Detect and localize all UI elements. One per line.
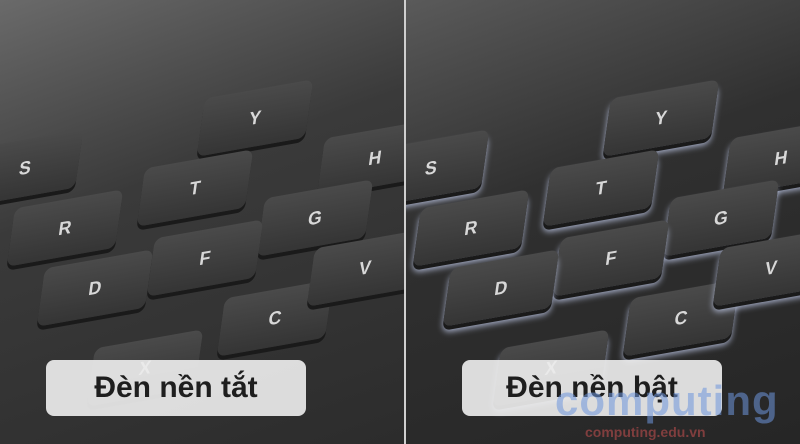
key: T: [136, 149, 254, 227]
watermark-logo: computing: [555, 377, 779, 424]
key: R: [6, 189, 124, 267]
key: Y: [196, 79, 314, 157]
key: Y: [602, 79, 720, 157]
key: D: [36, 249, 154, 327]
key: F: [552, 219, 670, 297]
key: F: [146, 219, 264, 297]
key: S: [0, 129, 84, 207]
watermark-url: computing.edu.vn: [585, 424, 706, 440]
key: T: [542, 149, 660, 227]
key: S: [406, 129, 490, 207]
key: R: [412, 189, 530, 267]
keyboard-backlight-off-photo: S Y H R T G F D C V X Đèn nền tắt: [0, 0, 404, 444]
key: D: [442, 249, 560, 327]
backlight-off-label: Đèn nền tắt: [46, 360, 306, 416]
